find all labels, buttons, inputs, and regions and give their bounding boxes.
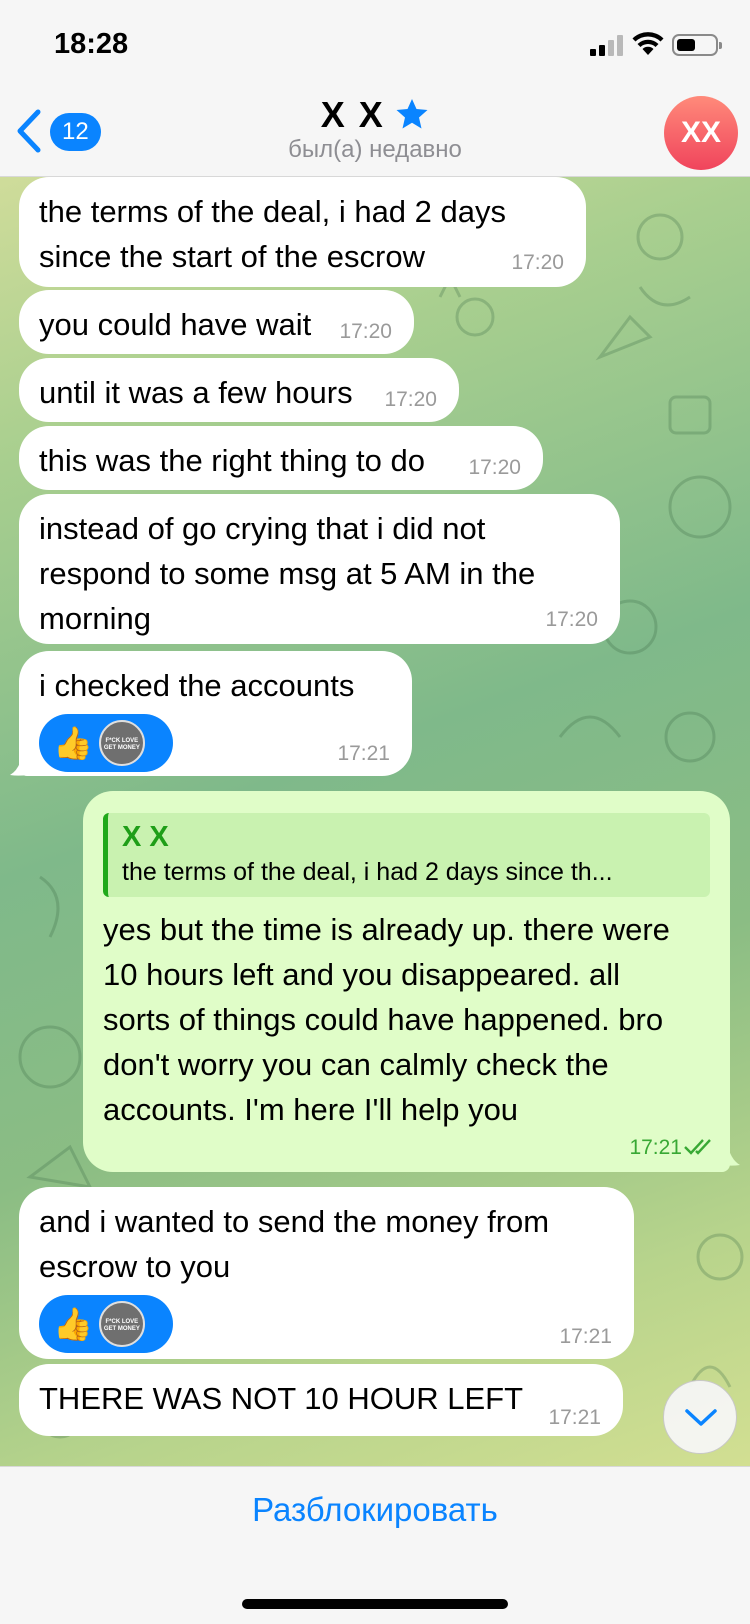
home-indicator[interactable] xyxy=(242,1599,508,1609)
reply-snippet: the terms of the deal, i had 2 days sinc… xyxy=(122,858,613,886)
message-time: 17:21 xyxy=(337,742,390,765)
reaction-emoji: 👍 xyxy=(53,725,93,761)
top-bar: 18:28 12 X X был(а) недавно XX xyxy=(0,0,750,177)
message-text: and i wanted to send the money from escr… xyxy=(39,1204,550,1284)
message-time: 17:20 xyxy=(384,388,437,411)
reaction-chip[interactable]: 👍 F*CK LOVE GET MONEY xyxy=(39,714,173,772)
message-text: the terms of the deal, i had 2 days sinc… xyxy=(39,194,506,274)
chat-history[interactable]: the terms of the deal, i had 2 days sinc… xyxy=(0,177,750,1466)
message-text: i checked the accounts xyxy=(39,668,355,703)
wifi-icon xyxy=(632,32,664,55)
bottom-bar: Разблокировать xyxy=(0,1466,750,1624)
message-time: 17:20 xyxy=(511,251,564,274)
message-text: yes but the time is already up. there we… xyxy=(103,912,670,1127)
battery-icon xyxy=(672,34,722,56)
message-bubble-incoming[interactable]: instead of go crying that i did not resp… xyxy=(19,494,620,644)
message-bubble-incoming[interactable]: you could have wait 17:20 xyxy=(19,290,414,354)
scroll-to-bottom-button[interactable] xyxy=(663,1380,737,1454)
message-time: 17:21 xyxy=(548,1406,601,1429)
message-text: this was the right thing to do xyxy=(39,443,426,478)
read-checkmarks-icon xyxy=(684,1139,711,1155)
chat-title: X X xyxy=(320,94,385,135)
message-text: instead of go crying that i did not resp… xyxy=(39,511,536,636)
status-time: 18:28 xyxy=(54,28,129,60)
message-bubble-incoming[interactable]: and i wanted to send the money from escr… xyxy=(19,1187,634,1359)
chevron-down-icon xyxy=(685,1409,717,1426)
message-text: THERE WAS NOT 10 HOUR LEFT xyxy=(39,1381,524,1416)
message-text: until it was a few hours xyxy=(39,375,353,410)
reply-quote[interactable]: X X the terms of the deal, i had 2 days … xyxy=(103,813,710,897)
message-bubble-incoming[interactable]: until it was a few hours 17:20 xyxy=(19,358,459,422)
reaction-chip[interactable]: 👍 F*CK LOVE GET MONEY xyxy=(39,1295,173,1353)
cellular-signal-icon xyxy=(590,34,626,56)
unblock-button[interactable]: Разблокировать xyxy=(0,1491,750,1529)
reaction-emoji: 👍 xyxy=(53,1306,93,1342)
contact-avatar[interactable]: XX xyxy=(664,96,738,170)
message-bubble-incoming[interactable]: the terms of the deal, i had 2 days sinc… xyxy=(19,177,586,287)
message-bubble-incoming[interactable]: THERE WAS NOT 10 HOUR LEFT 17:21 xyxy=(19,1364,623,1436)
message-time: 17:21 xyxy=(559,1325,612,1348)
last-seen-status: был(а) недавно xyxy=(288,136,462,163)
message-time: 17:21 xyxy=(629,1136,682,1159)
message-bubble-incoming[interactable]: i checked the accounts 👍 F*CK LOVE GET M… xyxy=(19,651,412,776)
star-icon xyxy=(396,99,428,129)
reaction-avatar: F*CK LOVE GET MONEY xyxy=(98,1301,145,1347)
message-text: you could have wait xyxy=(39,307,312,342)
message-time: 17:20 xyxy=(468,456,521,479)
message-bubble-incoming[interactable]: this was the right thing to do 17:20 xyxy=(19,426,543,490)
message-time: 17:20 xyxy=(545,608,598,631)
reply-author: X X xyxy=(122,821,169,853)
reaction-avatar: F*CK LOVE GET MONEY xyxy=(98,720,145,766)
message-time: 17:20 xyxy=(339,320,392,343)
chat-title-area[interactable]: X X xyxy=(0,94,750,136)
message-bubble-outgoing[interactable]: X X the terms of the deal, i had 2 days … xyxy=(83,791,730,1172)
